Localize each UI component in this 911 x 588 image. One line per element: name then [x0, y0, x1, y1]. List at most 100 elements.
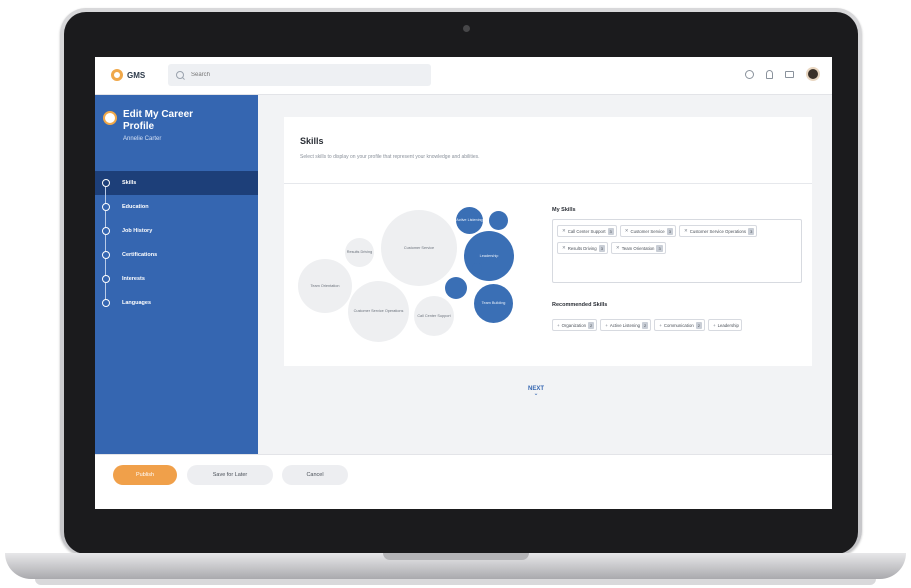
- step-label: Job History: [122, 228, 153, 234]
- step-dot-icon: [102, 203, 110, 211]
- bubble-label: Call Center Support: [417, 313, 451, 318]
- bubble-label: Active Listening: [456, 218, 483, 222]
- top-bar: GMS: [95, 57, 832, 95]
- publish-button[interactable]: Publish: [113, 465, 177, 485]
- step-education[interactable]: Education: [95, 195, 258, 228]
- chip-count: 2: [642, 321, 649, 329]
- step-label: Languages: [122, 300, 152, 306]
- search-icon: [176, 71, 184, 79]
- sidebar-title: Edit My Career Profile: [123, 109, 194, 132]
- chip-count: 3: [748, 227, 755, 235]
- skill-bubble[interactable]: Team Orientation: [298, 259, 352, 313]
- user-name: Annelie Carter: [123, 136, 162, 142]
- recommended-chips: + Organization 2 + Active Listening 2 + Commu…: [552, 314, 800, 338]
- sidebar: Edit My Career Profile Annelie Carter Sk…: [95, 95, 258, 454]
- skill-bubble[interactable]: Customer Service: [381, 210, 457, 286]
- skill-bubble[interactable]: Call Center Support: [414, 296, 454, 336]
- recommended-chip[interactable]: + Leadership: [707, 319, 742, 331]
- add-icon[interactable]: +: [659, 323, 662, 328]
- skill-bubble[interactable]: Team Building: [474, 284, 513, 323]
- step-label: Skills: [122, 180, 137, 186]
- skill-bubble[interactable]: [472, 263, 482, 273]
- cancel-button[interactable]: Cancel: [282, 465, 348, 485]
- chip-label: Active Listening: [609, 322, 640, 328]
- remove-icon[interactable]: ✕: [625, 228, 629, 234]
- remove-icon[interactable]: ✕: [562, 228, 566, 234]
- add-icon[interactable]: +: [713, 323, 716, 328]
- camera-icon: [463, 25, 470, 32]
- skill-chip[interactable]: ✕ Call Center Support 3: [557, 225, 617, 237]
- remove-icon[interactable]: ✕: [616, 245, 620, 251]
- skill-bubble[interactable]: Customer Service Operations: [348, 281, 409, 342]
- skill-chip[interactable]: ✕ Customer Service 3: [619, 225, 676, 237]
- skill-bubble[interactable]: Leadership: [464, 231, 514, 281]
- bubble-label: Customer Service Operations: [353, 309, 404, 313]
- profile-icon: [103, 111, 117, 125]
- bubble-label: Results Driving: [346, 250, 373, 254]
- sidebar-header: Edit My Career Profile Annelie Carter: [103, 109, 203, 142]
- skills-card: Skills Select skills to display on your …: [284, 117, 812, 366]
- chip-count: 3: [656, 244, 663, 252]
- chip-count: 3: [666, 227, 673, 235]
- chip-label: Customer Service: [630, 228, 665, 234]
- step-dot-icon: [102, 299, 110, 307]
- chip-label: Communication: [663, 322, 694, 328]
- recommended-chip[interactable]: + Organization 2: [552, 319, 598, 331]
- add-icon[interactable]: +: [605, 323, 608, 328]
- logo-icon: [111, 69, 123, 81]
- mail-icon[interactable]: [785, 70, 794, 78]
- chip-label: Team Orientation: [621, 245, 655, 251]
- skill-chip[interactable]: ✕ Team Orientation 3: [610, 242, 666, 254]
- laptop-shadow: [35, 579, 876, 585]
- chevron-down-icon: ⌄: [533, 391, 539, 397]
- step-interests[interactable]: Interests: [95, 267, 258, 300]
- skill-bubble[interactable]: [489, 211, 508, 230]
- step-list: Skills Education Job History Certificati…: [95, 171, 258, 315]
- bell-icon[interactable]: [766, 69, 773, 79]
- logo-text: GMS: [127, 70, 146, 80]
- my-skills-box[interactable]: ✕ Call Center Support 3 ✕ Customer Service 3…: [552, 219, 802, 283]
- step-certifications[interactable]: Certifications: [95, 243, 258, 276]
- globe-icon[interactable]: [745, 69, 754, 79]
- step-label: Interests: [122, 276, 145, 282]
- chip-label: Leadership: [717, 322, 739, 328]
- chip-label: Organization: [561, 322, 587, 328]
- search-bar[interactable]: [168, 64, 431, 86]
- chip-count: 3: [607, 227, 614, 235]
- step-dot-icon: [102, 179, 110, 187]
- skill-bubble[interactable]: [445, 277, 467, 299]
- recommended-chip[interactable]: + Communication 2: [654, 319, 705, 331]
- chip-label: Customer Service Operations: [689, 228, 747, 234]
- skill-bubble[interactable]: Active Listening: [456, 207, 483, 234]
- recommended-chip[interactable]: + Active Listening 2: [600, 319, 652, 331]
- step-label: Education: [122, 204, 149, 210]
- bubble-label: Customer Service: [403, 245, 435, 250]
- save-for-later-button[interactable]: Save for Later: [187, 465, 273, 485]
- step-skills[interactable]: Skills: [95, 171, 258, 204]
- chip-label: Results Driving: [567, 245, 597, 251]
- app-screen: GMS Edit My Career Profile Annelie Carte…: [95, 57, 832, 509]
- remove-icon[interactable]: ✕: [684, 228, 688, 234]
- step-dot-icon: [102, 227, 110, 235]
- recommended-skills: + Organization 2 + Active Listening 2 + Commu…: [552, 314, 800, 354]
- step-job-history[interactable]: Job History: [95, 219, 258, 252]
- remove-icon[interactable]: ✕: [562, 245, 566, 251]
- logo[interactable]: GMS: [111, 69, 145, 81]
- skill-bubble[interactable]: Results Driving: [345, 238, 374, 267]
- step-dot-icon: [102, 275, 110, 283]
- my-skills-chips: ✕ Call Center Support 3 ✕ Customer Service 3…: [553, 220, 801, 261]
- top-icons: [745, 67, 820, 81]
- chip-count: 3: [598, 244, 605, 252]
- laptop-notch: [383, 553, 529, 560]
- skill-chip[interactable]: ✕ Customer Service Operations 3: [678, 225, 758, 237]
- chip-count: 2: [695, 321, 702, 329]
- avatar[interactable]: [806, 67, 820, 81]
- skill-chip[interactable]: ✕ Results Driving 3: [557, 242, 608, 254]
- recommended-skills-label: Recommended Skills: [552, 302, 608, 308]
- search-input[interactable]: [189, 71, 393, 79]
- next-button[interactable]: NEXT ⌄: [528, 386, 544, 397]
- step-label: Certifications: [122, 252, 158, 258]
- add-icon[interactable]: +: [557, 323, 560, 328]
- step-languages[interactable]: Languages: [95, 291, 258, 315]
- bubble-label: Team Building: [481, 301, 506, 305]
